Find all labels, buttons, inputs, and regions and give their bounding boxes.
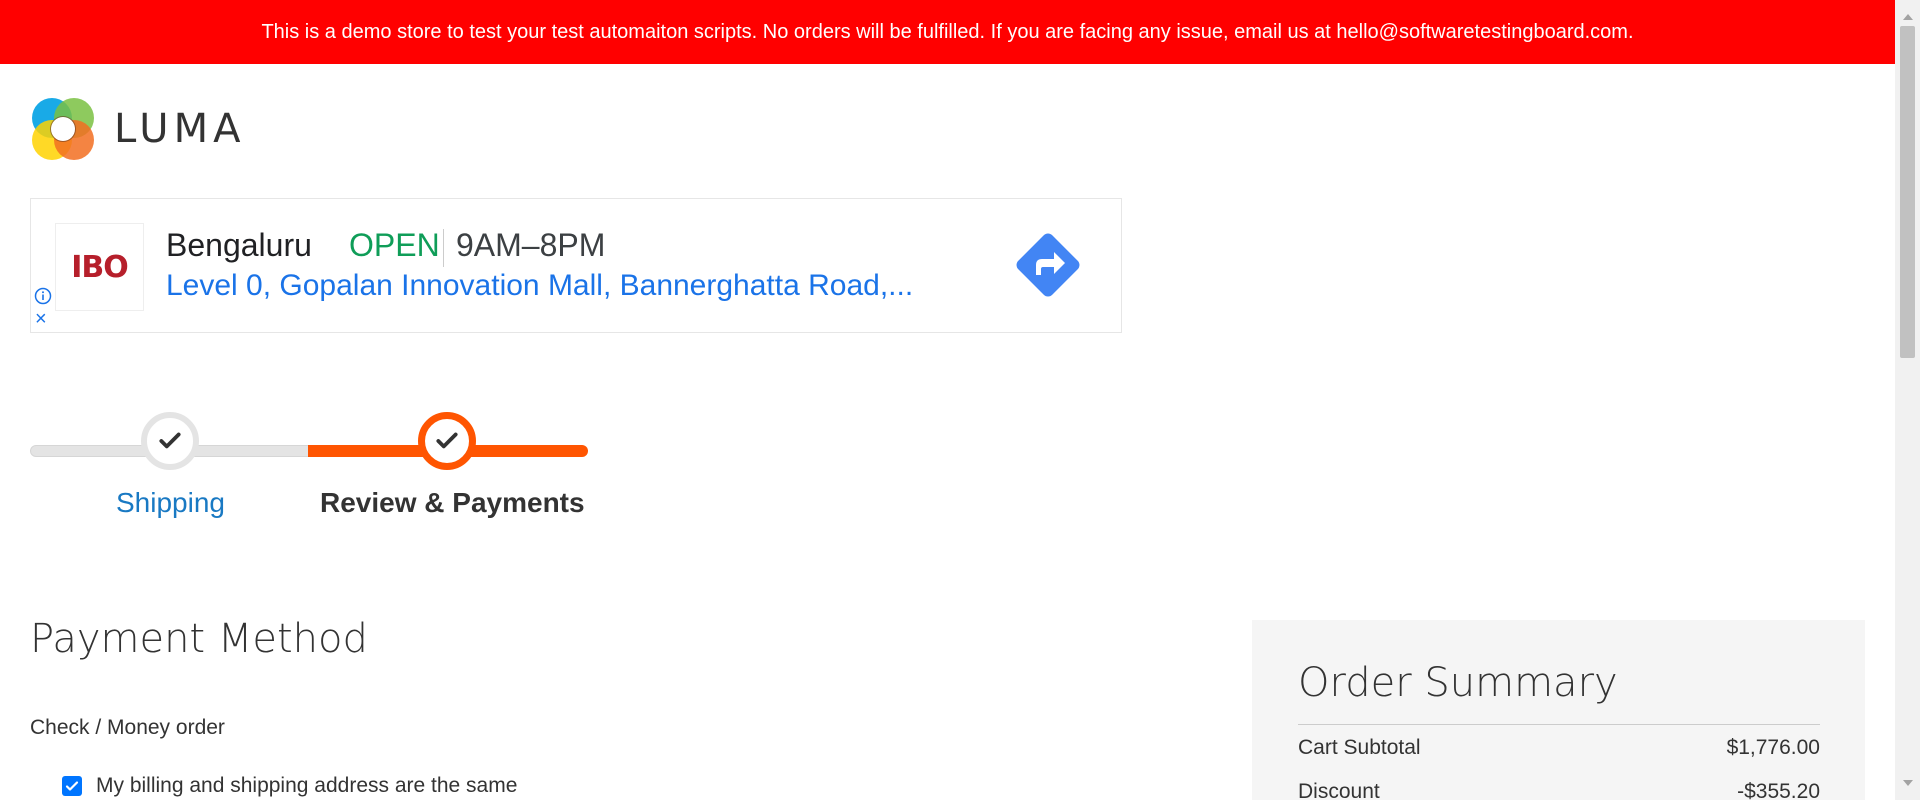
ad-info-icon[interactable] [34, 287, 52, 305]
discount-value: -$355.20 [1737, 780, 1820, 800]
ad-address-link[interactable]: Level 0, Gopalan Innovation Mall, Banner… [166, 269, 913, 303]
demo-banner-text: This is a demo store to test your test a… [261, 20, 1634, 43]
ad-open-status: OPEN [349, 227, 440, 263]
luma-logo[interactable]: LUMA [30, 96, 245, 162]
billing-same-row: My billing and shipping address are the … [62, 774, 517, 798]
order-summary-divider [1298, 724, 1820, 725]
discount-label: Discount [1298, 780, 1380, 800]
ad-city: Bengaluru [166, 227, 312, 263]
demo-store-banner: This is a demo store to test your test a… [0, 0, 1895, 64]
order-summary-title: Order Summary [1298, 660, 1618, 706]
order-summary: Order Summary Cart Subtotal $1,776.00 Di… [1252, 620, 1865, 800]
luma-logo-icon [32, 98, 94, 160]
subtotal-value: $1,776.00 [1726, 736, 1820, 759]
billing-same-checkbox[interactable] [62, 776, 82, 796]
payment-method-name: Check / Money order [30, 716, 225, 739]
summary-row-discount: Discount -$355.20 [1298, 780, 1820, 800]
ad-close-icon[interactable]: × [35, 309, 47, 329]
scroll-down-icon[interactable] [1903, 780, 1913, 786]
scrollbar-thumb[interactable] [1900, 26, 1915, 358]
scroll-up-icon[interactable] [1903, 14, 1913, 20]
checkmark-icon [436, 432, 458, 449]
billing-same-label[interactable]: My billing and shipping address are the … [96, 774, 517, 798]
summary-row-subtotal: Cart Subtotal $1,776.00 [1298, 736, 1820, 760]
ad-hours: 9AM–8PM [456, 227, 606, 263]
subtotal-label: Cart Subtotal [1298, 736, 1421, 759]
ad-banner[interactable]: IBO Bengaluru OPEN 9AM–8PM Level 0, Gopa… [30, 198, 1122, 333]
step-review-label: Review & Payments [320, 487, 585, 518]
step-shipping-marker[interactable] [141, 412, 199, 470]
checkout-progress-bar: Shipping Review & Payments [30, 412, 590, 522]
directions-icon[interactable] [1008, 225, 1088, 305]
ad-brand-text: IBO [71, 249, 129, 285]
checkbox-check-icon [65, 781, 79, 791]
ad-divider [443, 229, 444, 267]
step-shipping-link[interactable]: Shipping [116, 487, 225, 519]
ad-brand-logo: IBO [55, 223, 144, 311]
step-review-marker [418, 412, 476, 470]
page-scrollbar[interactable] [1895, 0, 1920, 800]
checkmark-icon [159, 432, 181, 449]
logo-text: LUMA [114, 106, 246, 152]
payment-method-title: Payment Method [30, 616, 368, 662]
